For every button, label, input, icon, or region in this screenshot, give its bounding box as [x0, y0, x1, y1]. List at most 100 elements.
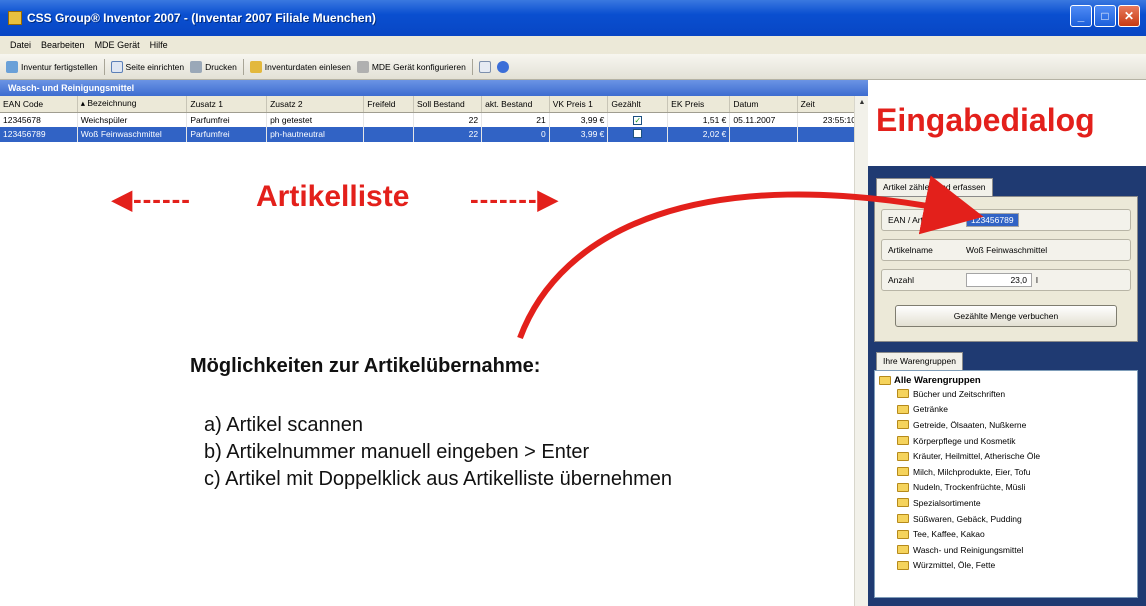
toolbar-separator: [103, 58, 105, 75]
column-bezeichnung[interactable]: ▴ Bezeichnung: [77, 96, 188, 113]
cell-ek: 2,02 €: [667, 126, 731, 142]
column-zeit[interactable]: Zeit: [797, 96, 861, 113]
cell-ean: 123456789: [0, 126, 78, 142]
artikelliste-annotation: Artikelliste: [256, 180, 410, 213]
vertical-scrollbar[interactable]: ▲: [854, 96, 868, 606]
tree-item[interactable]: Körperpflege und Kosmetik: [897, 433, 1133, 449]
gezaehlt-checkbox[interactable]: [633, 128, 643, 138]
tree-item[interactable]: Bücher und Zeitschriften: [897, 386, 1133, 402]
tree-item-selected[interactable]: Wasch- und Reinigungsmittel: [897, 542, 1133, 558]
tree-item[interactable]: Tee, Kaffee, Kakao: [897, 526, 1133, 542]
inventur-fertigstellen-button[interactable]: Inventur fertigstellen: [6, 60, 98, 73]
menu-mde-geraet[interactable]: MDE Gerät: [95, 40, 140, 50]
column-zusatz2[interactable]: Zusatz 2: [266, 96, 365, 113]
close-button[interactable]: ✕: [1118, 5, 1140, 27]
menu-bearbeiten[interactable]: Bearbeiten: [41, 40, 85, 50]
column-ean[interactable]: EAN Code: [0, 96, 78, 113]
cell-zusatz2: ph-hautneutral: [266, 126, 365, 142]
folder-icon: [897, 436, 909, 446]
tree-item[interactable]: Milch, Milchprodukte, Eier, Tofu: [897, 464, 1133, 480]
qty-input[interactable]: 23,0: [966, 273, 1032, 287]
name-row: Artikelname Woß Feinwaschmittel: [881, 239, 1131, 261]
cell-gezaehlt: ✓: [607, 112, 669, 127]
menu-hilfe[interactable]: Hilfe: [150, 40, 168, 50]
cell-soll: 22: [413, 126, 483, 142]
column-zusatz1[interactable]: Zusatz 1: [186, 96, 268, 113]
seite-einrichten-button[interactable]: Seite einrichten: [110, 60, 184, 73]
folder-icon: [897, 545, 909, 555]
cell-zeit: [797, 126, 861, 142]
gezaehlt-checkbox[interactable]: ✓: [633, 115, 643, 125]
tree-item[interactable]: Nudeln, Trockenfrüchte, Müsli: [897, 480, 1133, 496]
import-icon: [249, 60, 262, 73]
column-vk-preis[interactable]: VK Preis 1: [549, 96, 609, 113]
table-row[interactable]: 12345678 Weichspüler Parfumfrei ph getes…: [0, 112, 861, 127]
tree-item[interactable]: Getreide, Ölsaaten, Nußkerne: [897, 417, 1133, 433]
cell-gezaehlt: [607, 126, 669, 142]
folder-icon: [897, 420, 909, 430]
tree-item-label: Spezialsortimente: [913, 497, 981, 508]
tree-item-label: Milch, Milchprodukte, Eier, Tofu: [913, 466, 1031, 477]
cell-akt: 21: [481, 112, 550, 127]
name-value: Woß Feinwaschmittel: [966, 245, 1048, 255]
tree-item-label: Kräuter, Heilmittel, Atherische Öle: [913, 451, 1041, 462]
help-book-icon[interactable]: [478, 60, 491, 73]
check-list-icon: [6, 60, 18, 73]
toolbar-separator: [471, 58, 473, 75]
tree-item[interactable]: Getränke: [897, 402, 1133, 418]
inventurdaten-einlesen-button[interactable]: Inventurdaten einlesen: [249, 60, 351, 73]
column-akt-bestand[interactable]: akt. Bestand: [481, 96, 550, 113]
mde-geraet-konfigurieren-button[interactable]: MDE Gerät konfigurieren: [356, 60, 466, 73]
arrow-right-annotation: -------▶: [470, 184, 559, 214]
folder-icon: [897, 482, 909, 492]
column-freifeld[interactable]: Freifeld: [363, 96, 414, 113]
cell-freifeld: [363, 126, 414, 142]
book-quantity-button[interactable]: Gezählte Menge verbuchen: [895, 305, 1117, 327]
ean-input[interactable]: 123456789: [966, 213, 1019, 227]
maximize-button[interactable]: □: [1094, 5, 1116, 27]
tab-artikel-zaehlen[interactable]: Artikel zählen und erfassen: [876, 178, 993, 196]
tree-item[interactable]: Kräuter, Heilmittel, Atherische Öle: [897, 448, 1133, 464]
toolbar-label: Inventurdaten einlesen: [264, 61, 351, 72]
column-gezaehlt[interactable]: Gezählt: [607, 96, 669, 113]
column-ek-preis[interactable]: EK Preis: [667, 96, 731, 113]
menu-bar: Datei Bearbeiten MDE Gerät Hilfe: [0, 36, 1146, 54]
toolbar-label: Inventur fertigstellen: [21, 61, 98, 72]
info-option-scan: a) Artikel scannen: [204, 414, 363, 436]
column-datum[interactable]: Datum: [729, 96, 798, 113]
tree-item[interactable]: Würzmittel, Öle, Fette: [897, 558, 1133, 574]
folder-icon: [897, 467, 909, 477]
info-option-doubleclick: c) Artikel mit Doppelklick aus Artikelli…: [204, 468, 672, 490]
toolbar: Inventur fertigstellen Seite einrichten …: [0, 54, 1146, 80]
scroll-up-icon[interactable]: ▲: [855, 96, 869, 110]
title-bar: CSS Group® Inventor 2007 - (Inventar 200…: [0, 0, 1146, 36]
tree-item[interactable]: Spezialsortimente: [897, 495, 1133, 511]
tree-root-label: Alle Warengruppen: [894, 375, 981, 386]
tab-warengruppen[interactable]: Ihre Warengruppen: [876, 352, 963, 370]
folder-icon: [897, 560, 909, 570]
cell-akt: 0: [481, 126, 550, 142]
tree-item-label: Nudeln, Trockenfrüchte, Müsli: [913, 482, 1026, 493]
table-row-selected[interactable]: 123456789 Woß Feinwaschmittel Parfumfrei…: [0, 126, 861, 142]
tree-item-label: Wasch- und Reinigungsmittel: [913, 544, 1024, 555]
menu-datei[interactable]: Datei: [10, 40, 31, 50]
column-soll-bestand[interactable]: Soll Bestand: [413, 96, 483, 113]
device-config-icon: [356, 60, 369, 73]
tree-item-label: Körperpflege und Kosmetik: [913, 435, 1016, 446]
minimize-button[interactable]: _: [1070, 5, 1092, 27]
tree-root[interactable]: Alle Warengruppen: [879, 375, 1133, 386]
tree-item[interactable]: Süßwaren, Gebäck, Pudding: [897, 511, 1133, 527]
globe-icon[interactable]: [496, 60, 509, 73]
eingabedialog-banner: Eingabedialog: [868, 80, 1146, 166]
folder-icon: [897, 389, 909, 399]
cell-zusatz2: ph getestet: [266, 112, 365, 127]
article-table: EAN Code ▴ Bezeichnung Zusatz 1 Zusatz 2…: [0, 96, 861, 142]
cell-vk: 3,99 €: [549, 126, 609, 142]
article-list-panel: Wasch- und Reinigungsmittel EAN Code ▴ B…: [0, 80, 868, 606]
qty-unit: l: [1036, 275, 1038, 285]
group-tree: Alle Warengruppen Bücher und Zeitschrift…: [874, 370, 1138, 598]
drucken-button[interactable]: Drucken: [190, 60, 237, 73]
cell-zusatz1: Parfumfrei: [186, 112, 268, 127]
tree-item-label: Süßwaren, Gebäck, Pudding: [913, 513, 1022, 524]
folder-icon: [897, 529, 909, 539]
